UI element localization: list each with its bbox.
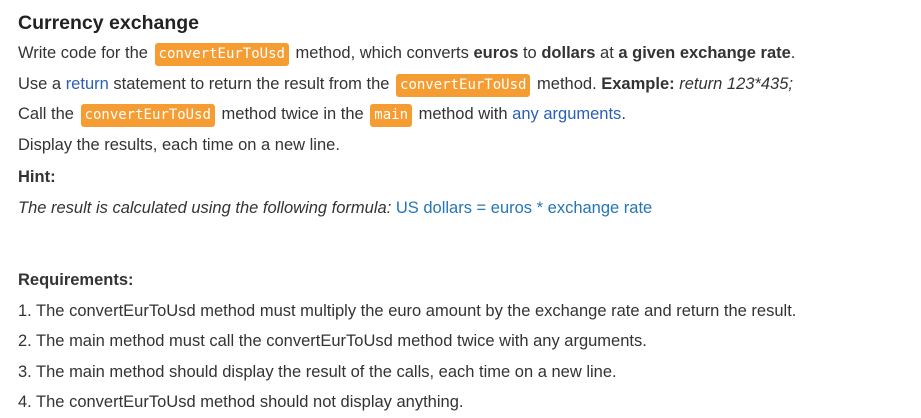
requirements-list: 1. The convertEurToUsd method must multi… bbox=[18, 296, 911, 418]
task-line-4: Display the results, each time on a new … bbox=[18, 135, 340, 154]
code-convertEurToUsd: convertEurToUsd bbox=[396, 73, 531, 97]
text: . bbox=[621, 105, 626, 123]
bold-euros: euros bbox=[473, 44, 519, 62]
hint-title: Hint: bbox=[18, 168, 56, 186]
requirement-item: 4. The convertEurToUsd method should not… bbox=[18, 393, 464, 411]
text: to bbox=[518, 44, 542, 62]
bold-exchange-rate: a given exchange rate bbox=[618, 44, 791, 62]
return-link[interactable]: return bbox=[66, 75, 109, 93]
bold-example: Example: bbox=[601, 74, 675, 93]
text: statement to return the result from the bbox=[108, 74, 395, 93]
code-convertEurToUsd: convertEurToUsd bbox=[80, 104, 215, 127]
task-panel: Currency exchange Write code for the con… bbox=[18, 8, 911, 418]
code-convertEurToUsd: convertEurToUsd bbox=[154, 43, 289, 66]
bold-dollars: dollars bbox=[541, 44, 596, 62]
hint-line: The result is calculated using the follo… bbox=[18, 193, 911, 224]
task-title: Currency exchange bbox=[18, 12, 199, 34]
text: method twice in the bbox=[216, 105, 369, 123]
text: Write code for the bbox=[18, 44, 153, 62]
code-main: main bbox=[370, 104, 413, 127]
requirement-item: 1. The convertEurToUsd method must multi… bbox=[18, 301, 797, 320]
hint-formula: US dollars = euros * exchange rate bbox=[395, 198, 653, 217]
text: Call the bbox=[18, 105, 79, 123]
requirements-title: Requirements: bbox=[18, 271, 134, 289]
task-line-1: Write code for the convertEurToUsd metho… bbox=[18, 38, 911, 69]
text: method. bbox=[532, 74, 602, 93]
text: . bbox=[790, 44, 796, 62]
example-code: return 123*435; bbox=[674, 74, 793, 93]
requirement-item: 3. The main method should display the re… bbox=[18, 362, 617, 381]
text: method with bbox=[414, 105, 513, 123]
any-arguments-link[interactable]: any arguments bbox=[512, 105, 621, 123]
text: at bbox=[595, 44, 619, 62]
requirement-item: 2. The main method must call the convert… bbox=[18, 332, 647, 350]
task-line-2: Use a return statement to return the res… bbox=[18, 69, 911, 100]
text: method, which converts bbox=[290, 44, 474, 62]
task-line-3: Call the convertEurToUsd method twice in… bbox=[18, 99, 911, 130]
hint-text: The result is calculated using the follo… bbox=[18, 198, 396, 217]
text: Use a bbox=[18, 74, 66, 93]
